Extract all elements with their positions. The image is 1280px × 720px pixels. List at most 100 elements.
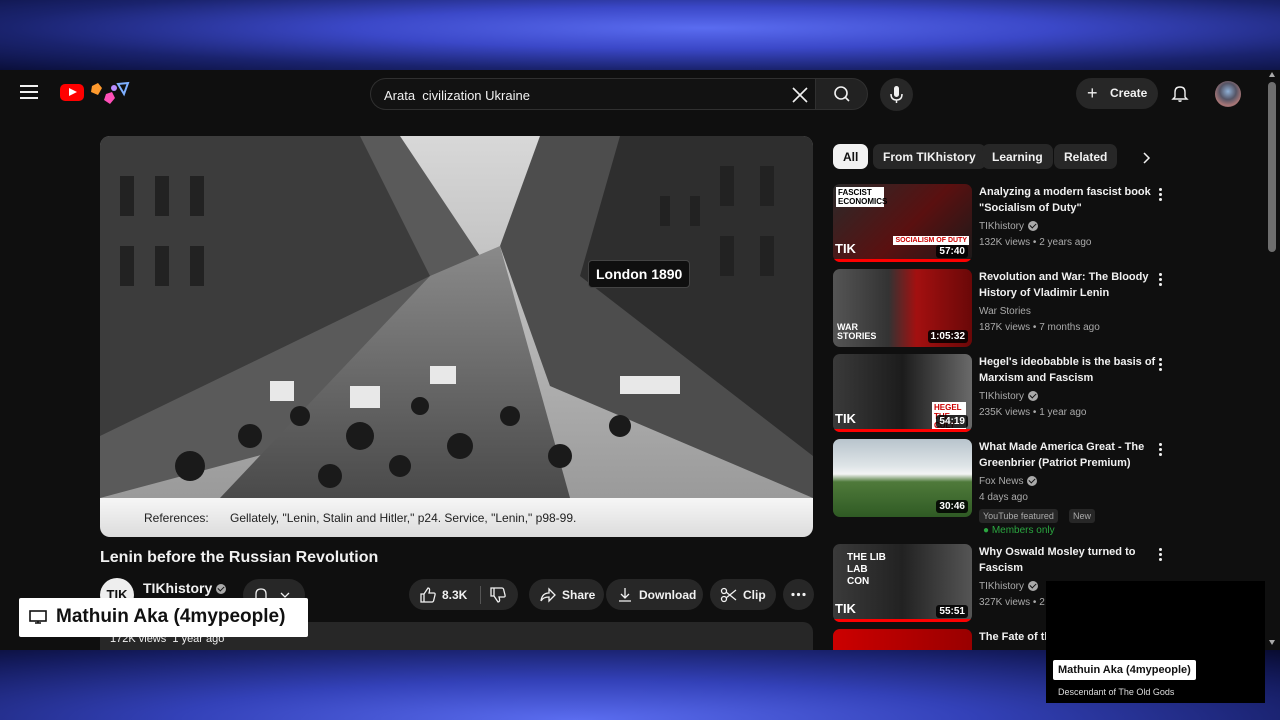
video-thumbnail[interactable] [833,629,972,650]
tik-logo: TIK [835,601,856,616]
new-badge: New [1069,509,1096,523]
thumbs-up-icon[interactable] [419,586,437,604]
recommendation-item[interactable]: WAR STORIES 1:05:32 Revolution and War: … [833,269,1178,349]
recommendation-title[interactable]: Analyzing a modern fascist book "Sociali… [979,184,1157,216]
video-thumbnail[interactable]: HEGEL THE CULT TIK 54:19 [833,354,972,432]
thumbnail-caption: WAR STORIES [837,322,877,341]
video-frame-street-scene [100,136,813,498]
share-icon [540,587,556,603]
channel-name: Fox News [979,476,1024,487]
account-avatar[interactable] [1215,81,1241,107]
recommendation-title[interactable]: What Made America Great - The Greenbrier… [979,439,1157,471]
recommendation-channel[interactable]: TIKhistory [979,391,1039,402]
scroll-up-arrow-icon[interactable] [1269,72,1275,77]
references-text: Gellately, "Lenin, Stalin and Hitler," p… [230,511,577,525]
scroll-thumb[interactable] [1268,82,1276,252]
thumbnail-caption: FASCIST ECONOMICS [836,187,888,207]
recommendation-item[interactable]: HEGEL THE CULT TIK 54:19 Hegel's ideobab… [833,354,1178,434]
video-player[interactable]: London 1890 References: Gellately, "Leni… [100,136,813,537]
page-scrollbar[interactable] [1265,70,1280,650]
more-vertical-icon[interactable] [1155,188,1165,204]
video-duration: 30:46 [936,500,968,513]
more-vertical-icon[interactable] [1155,443,1165,459]
like-count[interactable]: 8.3K [442,588,467,602]
clip-button[interactable]: Clip [710,579,776,610]
more-vertical-icon[interactable] [1155,358,1165,374]
notifications-bell-icon[interactable] [1170,83,1190,103]
close-icon[interactable] [788,83,812,107]
recommendation-meta: 235K views • 1 year ago [979,407,1087,418]
webcam-name: Mathuin Aka (4mypeople) [1053,660,1196,680]
references-label: References: [144,511,209,525]
watch-progress-bar [833,259,972,262]
video-thumbnail[interactable]: WAR STORIES 1:05:32 [833,269,972,347]
watch-progress-bar [833,619,972,622]
chevron-right-icon[interactable] [1137,149,1155,167]
recommendation-channel[interactable]: Fox News [979,476,1038,487]
chip-related[interactable]: Related [1054,144,1118,169]
recommendation-item[interactable]: FASCIST ECONOMICS SOCIALISM OF DUTY TIK … [833,184,1178,264]
create-button[interactable]: + Create [1076,78,1158,109]
channel-name: TIKhistory [979,391,1025,402]
like-divider [480,586,481,604]
more-vertical-icon[interactable] [1155,548,1165,564]
like-dislike-group: 8.3K [409,579,518,610]
menu-icon[interactable] [20,85,38,99]
video-thumbnail[interactable]: FASCIST ECONOMICS SOCIALISM OF DUTY TIK … [833,184,972,262]
chip-learning[interactable]: Learning [982,144,1053,169]
thumbs-down-icon[interactable] [489,586,507,604]
more-horizontal-icon [791,592,806,597]
recommendation-title[interactable]: Revolution and War: The Bloody History o… [979,269,1157,301]
members-text: Members only [991,525,1055,536]
download-button[interactable]: Download [606,579,703,610]
featured-badge: YouTube featured [979,509,1058,523]
recommendation-channel[interactable]: War Stories [979,306,1031,317]
youtube-logo[interactable] [60,84,84,101]
presenter-name-overlay: Mathuin Aka (4mypeople) [19,598,308,637]
chip-from-tikhistory[interactable]: From TIKhistory [873,144,986,169]
watch-progress-bar [833,429,972,432]
verified-check-icon [1028,221,1039,232]
recommendation-meta: 132K views • 2 years ago [979,237,1092,248]
share-label: Share [562,588,596,602]
more-vertical-icon[interactable] [1155,273,1165,289]
recommendation-channel[interactable]: TIKhistory [979,581,1039,592]
location-caption: London 1890 [588,260,691,288]
video-thumbnail[interactable]: THE LIB LAB CON TIK 55:51 [833,544,972,622]
search-button[interactable] [815,78,868,110]
create-label: Create [1110,86,1148,100]
verified-check-icon [1027,476,1038,487]
search-box [370,78,816,110]
plus-icon: + [1087,83,1098,103]
search-icon [834,86,850,102]
desktop-background-top [0,0,1280,70]
recommendation-channel[interactable]: TIKhistory [979,221,1039,232]
video-duration: 55:51 [936,605,968,618]
browser-viewport: + Create [0,70,1280,650]
logo-doodle-icon[interactable] [88,80,144,106]
video-duration: 57:40 [936,245,968,258]
recommendation-item[interactable]: 30:46 What Made America Great - The Gree… [833,439,1178,539]
clip-label: Clip [743,588,766,602]
chip-all[interactable]: All [833,144,869,169]
tik-logo: TIK [835,241,856,256]
recommendation-title[interactable]: Hegel's ideobabble is the basis of Marxi… [979,354,1157,386]
voice-search-button[interactable] [880,78,913,111]
channel-name-link[interactable]: TIKhistory [143,580,227,596]
recommendation-title[interactable]: Why Oswald Mosley turned to Fascism [979,544,1157,576]
video-thumbnail[interactable]: 30:46 [833,439,972,517]
more-actions-button[interactable] [783,579,814,610]
thumbnail-caption-secondary: SOCIALISM OF DUTY [893,236,969,245]
webcam-overlay: Mathuin Aka (4mypeople) Descendant of Th… [1046,581,1265,703]
share-button[interactable]: Share [529,579,604,610]
verified-check-icon [216,584,227,595]
members-icon: ● [983,525,990,536]
video-duration: 54:19 [936,415,968,428]
verified-check-icon [1028,391,1039,402]
recommendation-meta: 327K views • 2 [979,597,1045,608]
thumbnail-caption: THE LIB LAB CON [847,552,886,587]
channel-name: TIKhistory [979,581,1025,592]
scroll-down-arrow-icon[interactable] [1269,640,1275,645]
search-input[interactable] [384,85,774,105]
recommendation-meta: 4 days ago [979,492,1028,503]
